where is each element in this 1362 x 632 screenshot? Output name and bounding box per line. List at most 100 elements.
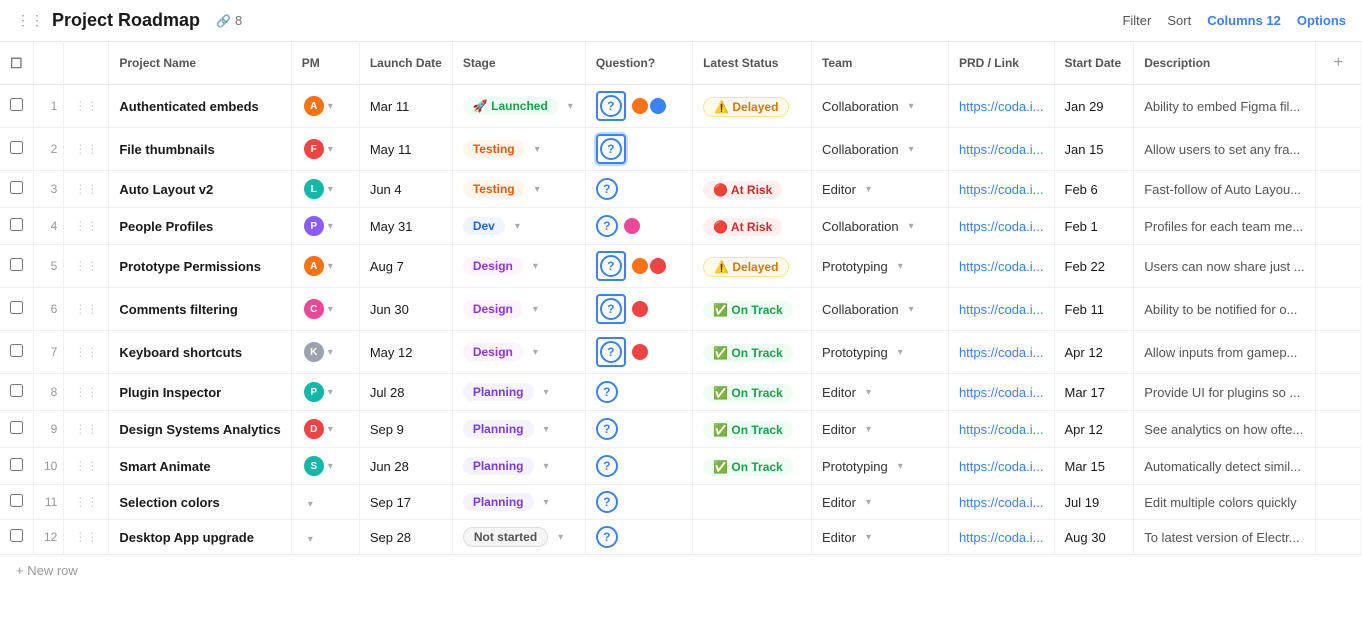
team-cell[interactable]: Editor ▾: [811, 411, 948, 448]
stage-cell[interactable]: Testing ▾: [452, 171, 585, 208]
pm-chevron[interactable]: ▾: [326, 387, 335, 398]
stage-cell[interactable]: Not started ▾: [452, 520, 585, 555]
question-cell[interactable]: ?: [585, 331, 692, 374]
stage-chevron[interactable]: ▾: [542, 424, 551, 435]
prd-cell[interactable]: https://coda.i...: [948, 448, 1054, 485]
stage-chevron[interactable]: ▾: [542, 387, 551, 398]
row-checkbox[interactable]: [10, 344, 23, 357]
project-name[interactable]: Auto Layout v2: [109, 171, 291, 208]
prd-cell[interactable]: https://coda.i...: [948, 374, 1054, 411]
options-button[interactable]: Options: [1297, 13, 1346, 28]
prd-cell[interactable]: https://coda.i...: [948, 485, 1054, 520]
table-row[interactable]: 11⋮⋮Selection colors▾Sep 17 Planning ▾ ?…: [0, 485, 1362, 520]
project-name[interactable]: Authenticated embeds: [109, 85, 291, 128]
prd-link[interactable]: https://coda.i...: [959, 259, 1044, 274]
project-name[interactable]: Smart Animate: [109, 448, 291, 485]
team-chevron[interactable]: ▾: [864, 424, 873, 435]
project-name[interactable]: Selection colors: [109, 485, 291, 520]
pm-chevron[interactable]: ▾: [326, 261, 335, 272]
table-row[interactable]: 6⋮⋮Comments filtering C ▾ Jun 30 Design …: [0, 288, 1362, 331]
row-checkbox[interactable]: [10, 384, 23, 397]
pm-chevron[interactable]: ▾: [326, 144, 335, 155]
team-chevron[interactable]: ▾: [907, 144, 916, 155]
project-name[interactable]: Design Systems Analytics: [109, 411, 291, 448]
stage-cell[interactable]: Design ▾: [452, 245, 585, 288]
stage-chevron[interactable]: ▾: [556, 532, 565, 543]
question-cell[interactable]: ?: [585, 520, 692, 555]
stage-chevron[interactable]: ▾: [542, 461, 551, 472]
stage-cell[interactable]: Testing ▾: [452, 128, 585, 171]
table-row[interactable]: 5⋮⋮Prototype Permissions A ▾ Aug 7 Desig…: [0, 245, 1362, 288]
table-row[interactable]: 4⋮⋮People Profiles P ▾ May 31 Dev ▾ ?🔴 A…: [0, 208, 1362, 245]
drag-handle-icon[interactable]: ⋮⋮: [16, 12, 44, 29]
prd-link[interactable]: https://coda.i...: [959, 495, 1044, 510]
prd-cell[interactable]: https://coda.i...: [948, 288, 1054, 331]
row-drag-handle[interactable]: ⋮⋮: [64, 448, 109, 485]
team-chevron[interactable]: ▾: [896, 347, 905, 358]
project-name[interactable]: Plugin Inspector: [109, 374, 291, 411]
team-chevron[interactable]: ▾: [864, 387, 873, 398]
row-drag-handle[interactable]: ⋮⋮: [64, 331, 109, 374]
question-cell[interactable]: ?: [585, 128, 692, 171]
prd-link[interactable]: https://coda.i...: [959, 182, 1044, 197]
prd-cell[interactable]: https://coda.i...: [948, 85, 1054, 128]
col-header-team[interactable]: Team: [811, 42, 948, 85]
prd-link[interactable]: https://coda.i...: [959, 99, 1044, 114]
prd-cell[interactable]: https://coda.i...: [948, 171, 1054, 208]
row-drag-handle[interactable]: ⋮⋮: [64, 374, 109, 411]
row-checkbox[interactable]: [10, 218, 23, 231]
sort-button[interactable]: Sort: [1167, 13, 1191, 28]
question-cell[interactable]: ?: [585, 85, 692, 128]
row-drag-handle[interactable]: ⋮⋮: [64, 485, 109, 520]
row-checkbox[interactable]: [10, 494, 23, 507]
stage-cell[interactable]: Dev ▾: [452, 208, 585, 245]
prd-cell[interactable]: https://coda.i...: [948, 411, 1054, 448]
question-cell[interactable]: ?: [585, 208, 692, 245]
row-drag-handle[interactable]: ⋮⋮: [64, 171, 109, 208]
team-cell[interactable]: Collaboration ▾: [811, 85, 948, 128]
pm-chevron[interactable]: ▾: [326, 221, 335, 232]
team-cell[interactable]: Editor ▾: [811, 171, 948, 208]
stage-chevron[interactable]: ▾: [531, 347, 540, 358]
pm-chevron[interactable]: ▾: [326, 304, 335, 315]
project-name[interactable]: Comments filtering: [109, 288, 291, 331]
row-checkbox[interactable]: [10, 181, 23, 194]
col-header-pm[interactable]: PM: [291, 42, 359, 85]
stage-chevron[interactable]: ▾: [542, 497, 551, 508]
team-chevron[interactable]: ▾: [907, 304, 916, 315]
pm-chevron[interactable]: ▾: [326, 424, 335, 435]
project-name[interactable]: People Profiles: [109, 208, 291, 245]
pm-chevron[interactable]: ▾: [306, 499, 315, 510]
question-cell[interactable]: ?: [585, 171, 692, 208]
prd-link[interactable]: https://coda.i...: [959, 142, 1044, 157]
prd-cell[interactable]: https://coda.i...: [948, 520, 1054, 555]
col-header-stage[interactable]: Stage: [452, 42, 585, 85]
question-cell[interactable]: ?: [585, 411, 692, 448]
pm-chevron[interactable]: ▾: [326, 101, 335, 112]
row-drag-handle[interactable]: ⋮⋮: [64, 208, 109, 245]
stage-chevron[interactable]: ▾: [531, 304, 540, 315]
row-drag-handle[interactable]: ⋮⋮: [64, 245, 109, 288]
prd-cell[interactable]: https://coda.i...: [948, 128, 1054, 171]
pm-chevron[interactable]: ▾: [306, 534, 315, 545]
question-cell[interactable]: ?: [585, 374, 692, 411]
row-checkbox[interactable]: [10, 458, 23, 471]
pm-chevron[interactable]: ▾: [326, 347, 335, 358]
prd-link[interactable]: https://coda.i...: [959, 302, 1044, 317]
table-row[interactable]: 7⋮⋮Keyboard shortcuts K ▾ May 12 Design …: [0, 331, 1362, 374]
project-name[interactable]: File thumbnails: [109, 128, 291, 171]
pm-chevron[interactable]: ▾: [326, 184, 335, 195]
prd-link[interactable]: https://coda.i...: [959, 219, 1044, 234]
prd-link[interactable]: https://coda.i...: [959, 459, 1044, 474]
team-cell[interactable]: Editor ▾: [811, 520, 948, 555]
columns-button[interactable]: Columns 12: [1207, 13, 1281, 28]
team-cell[interactable]: Collaboration ▾: [811, 288, 948, 331]
table-row[interactable]: 12⋮⋮Desktop App upgrade▾Sep 28 Not start…: [0, 520, 1362, 555]
prd-cell[interactable]: https://coda.i...: [948, 331, 1054, 374]
col-header-add[interactable]: +: [1315, 42, 1361, 85]
pm-chevron[interactable]: ▾: [326, 461, 335, 472]
prd-link[interactable]: https://coda.i...: [959, 422, 1044, 437]
col-header-launch[interactable]: Launch Date: [359, 42, 452, 85]
table-row[interactable]: 9⋮⋮Design Systems Analytics D ▾ Sep 9 Pl…: [0, 411, 1362, 448]
project-name[interactable]: Desktop App upgrade: [109, 520, 291, 555]
